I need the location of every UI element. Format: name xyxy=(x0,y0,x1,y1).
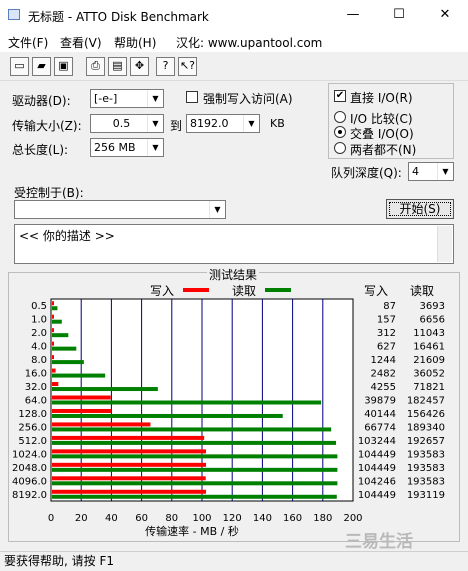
read-value-label: 193583 xyxy=(407,476,445,487)
category-label: 2.0 xyxy=(31,328,47,339)
write-value-label: 627 xyxy=(377,342,396,353)
category-label: 1.0 xyxy=(31,315,47,326)
write-value-label: 104449 xyxy=(358,449,396,460)
write-bar xyxy=(52,476,206,481)
category-label: 512.0 xyxy=(18,436,47,447)
category-label: 64.0 xyxy=(25,396,47,407)
write-value-label: 66774 xyxy=(364,422,396,433)
watermark-text: 三易生活 xyxy=(345,532,413,552)
category-label: 32.0 xyxy=(25,382,47,393)
read-bar xyxy=(52,440,337,445)
write-value-label: 1244 xyxy=(371,355,396,366)
x-tick-label: 180 xyxy=(313,513,332,524)
write-bar xyxy=(52,435,205,440)
write-value-label: 39879 xyxy=(364,396,396,407)
write-bar xyxy=(52,489,207,494)
write-value-label: 87 xyxy=(383,301,396,312)
read-bar xyxy=(52,306,58,311)
write-bar xyxy=(52,328,54,333)
write-value-label: 2482 xyxy=(371,369,396,380)
read-value-label: 189340 xyxy=(407,422,445,433)
read-bar xyxy=(52,360,84,365)
write-value-label: 104449 xyxy=(358,463,396,474)
results-chart: 0 20 40 60 80 100 120 140 160 180 200 0.5 87 3693 1.0 1… xyxy=(12,298,445,538)
write-bar xyxy=(52,341,54,346)
read-value-label: 192657 xyxy=(407,436,445,447)
category-label: 1024.0 xyxy=(12,449,47,460)
read-value-label: 182457 xyxy=(407,396,445,407)
write-bar xyxy=(52,408,112,413)
write-value-label: 40144 xyxy=(364,409,396,420)
write-bar xyxy=(52,382,59,387)
read-bar xyxy=(52,467,338,472)
x-tick-label: 140 xyxy=(253,513,272,524)
read-bar xyxy=(52,427,332,432)
read-value-label: 11043 xyxy=(413,328,445,339)
read-bar xyxy=(52,454,338,459)
x-tick-label: 200 xyxy=(343,513,362,524)
read-value-label: 21609 xyxy=(413,355,445,366)
write-bar xyxy=(52,462,207,467)
read-value-label: 156426 xyxy=(407,409,445,420)
x-tick-label: 160 xyxy=(283,513,302,524)
read-value-label: 193583 xyxy=(407,449,445,460)
read-bar xyxy=(52,400,322,405)
read-bar xyxy=(52,319,62,324)
read-bar xyxy=(52,346,77,351)
read-bar xyxy=(52,481,338,486)
write-bar xyxy=(52,314,54,319)
x-tick-label: 20 xyxy=(75,513,88,524)
write-bar xyxy=(52,449,207,454)
write-value-label: 157 xyxy=(377,315,396,326)
write-value-label: 312 xyxy=(377,328,396,339)
category-label: 8192.0 xyxy=(12,490,47,501)
x-tick-label: 120 xyxy=(223,513,242,524)
category-label: 0.5 xyxy=(31,301,47,312)
read-bar xyxy=(52,494,337,499)
category-label: 2048.0 xyxy=(12,463,47,474)
x-tick-label: 80 xyxy=(165,513,178,524)
category-label: 16.0 xyxy=(25,369,47,380)
write-bar xyxy=(52,368,56,373)
category-label: 4096.0 xyxy=(12,476,47,487)
write-value-label: 104449 xyxy=(358,490,396,501)
read-value-label: 193583 xyxy=(407,463,445,474)
status-bar: 要获得帮助, 请按 F1 xyxy=(0,551,468,571)
write-bar xyxy=(52,301,54,306)
category-label: 128.0 xyxy=(18,409,47,420)
category-label: 8.0 xyxy=(31,355,47,366)
read-value-label: 16461 xyxy=(413,342,445,353)
read-bar xyxy=(52,333,69,338)
category-label: 256.0 xyxy=(18,422,47,433)
write-value-label: 104246 xyxy=(358,476,396,487)
x-tick-label: 40 xyxy=(105,513,118,524)
read-value-label: 193119 xyxy=(407,490,445,501)
write-bar xyxy=(52,422,151,427)
x-axis-label: 传输速率 - MB / 秒 xyxy=(145,524,239,538)
read-value-label: 36052 xyxy=(413,369,445,380)
write-bar xyxy=(52,395,111,400)
write-bar xyxy=(52,355,54,360)
write-value-label: 4255 xyxy=(371,382,396,393)
read-bar xyxy=(52,413,283,418)
x-tick-label: 0 xyxy=(48,513,54,524)
x-tick-label: 60 xyxy=(135,513,148,524)
read-value-label: 6656 xyxy=(420,315,445,326)
read-bar xyxy=(52,373,106,378)
write-value-label: 103244 xyxy=(358,436,396,447)
read-value-label: 3693 xyxy=(420,301,445,312)
category-label: 4.0 xyxy=(31,342,47,353)
read-value-label: 71821 xyxy=(413,382,445,393)
x-tick-label: 100 xyxy=(192,513,211,524)
read-bar xyxy=(52,387,158,392)
